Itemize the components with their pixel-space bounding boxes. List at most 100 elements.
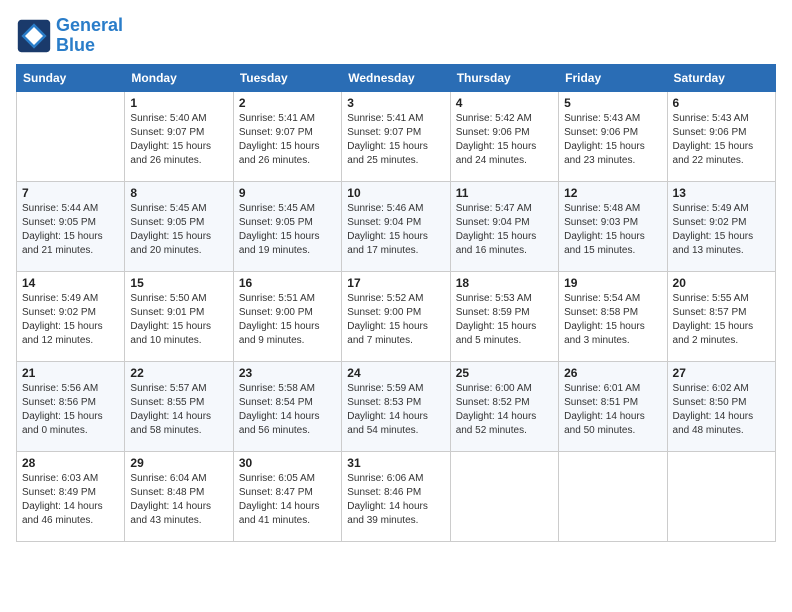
logo-icon xyxy=(16,18,52,54)
day-number: 1 xyxy=(130,96,227,110)
calendar-day-31: 31 Sunrise: 6:06 AM Sunset: 8:46 PM Dayli… xyxy=(342,451,450,541)
calendar-day-10: 10 Sunrise: 5:46 AM Sunset: 9:04 PM Dayli… xyxy=(342,181,450,271)
day-number: 27 xyxy=(673,366,770,380)
empty-cell xyxy=(450,451,558,541)
calendar-day-26: 26 Sunrise: 6:01 AM Sunset: 8:51 PM Dayli… xyxy=(559,361,667,451)
calendar-day-27: 27 Sunrise: 6:02 AM Sunset: 8:50 PM Dayli… xyxy=(667,361,775,451)
day-number: 25 xyxy=(456,366,553,380)
calendar-day-23: 23 Sunrise: 5:58 AM Sunset: 8:54 PM Dayli… xyxy=(233,361,341,451)
calendar-day-19: 19Sunrise: 5:54 AM Sunset: 8:58 PM Dayli… xyxy=(559,271,667,361)
day-number: 22 xyxy=(130,366,227,380)
day-info: Sunrise: 5:57 AM Sunset: 8:55 PM Dayligh… xyxy=(130,382,227,438)
day-info: Sunrise: 5:48 AM Sunset: 9:03 PM Dayligh… xyxy=(564,202,661,258)
day-number: 24 xyxy=(347,366,444,380)
calendar-day-13: 13 Sunrise: 5:49 AM Sunset: 9:02 PM Dayli… xyxy=(667,181,775,271)
day-info: Sunrise: 5:42 AM Sunset: 9:06 PM Dayligh… xyxy=(456,112,553,168)
day-header-tuesday: Tuesday xyxy=(233,64,341,91)
calendar-day-5: 5Sunrise: 5:43 AM Sunset: 9:06 PM Daylig… xyxy=(559,91,667,181)
day-header-friday: Friday xyxy=(559,64,667,91)
day-number: 18 xyxy=(456,276,553,290)
day-number: 2 xyxy=(239,96,336,110)
day-info: Sunrise: 5:45 AM Sunset: 9:05 PM Dayligh… xyxy=(130,202,227,258)
day-info: Sunrise: 6:06 AM Sunset: 8:46 PM Dayligh… xyxy=(347,472,444,528)
calendar-week-row: 21 Sunrise: 5:56 AM Sunset: 8:56 PM Dayli… xyxy=(17,361,776,451)
day-info: Sunrise: 5:58 AM Sunset: 8:54 PM Dayligh… xyxy=(239,382,336,438)
calendar-day-6: 6 Sunrise: 5:43 AM Sunset: 9:06 PM Daylig… xyxy=(667,91,775,181)
day-info: Sunrise: 5:49 AM Sunset: 9:02 PM Dayligh… xyxy=(22,292,119,348)
day-number: 8 xyxy=(130,186,227,200)
day-number: 20 xyxy=(673,276,770,290)
calendar-day-20: 20Sunrise: 5:55 AM Sunset: 8:57 PM Dayli… xyxy=(667,271,775,361)
day-number: 11 xyxy=(456,186,553,200)
day-info: Sunrise: 5:43 AM Sunset: 9:06 PM Dayligh… xyxy=(564,112,661,168)
day-number: 30 xyxy=(239,456,336,470)
day-info: Sunrise: 5:40 AM Sunset: 9:07 PM Dayligh… xyxy=(130,112,227,168)
day-number: 23 xyxy=(239,366,336,380)
calendar-day-2: 2 Sunrise: 5:41 AM Sunset: 9:07 PM Daylig… xyxy=(233,91,341,181)
day-number: 4 xyxy=(456,96,553,110)
day-header-sunday: Sunday xyxy=(17,64,125,91)
day-number: 13 xyxy=(673,186,770,200)
calendar-day-24: 24Sunrise: 5:59 AM Sunset: 8:53 PM Dayli… xyxy=(342,361,450,451)
day-number: 14 xyxy=(22,276,119,290)
calendar-day-14: 14 Sunrise: 5:49 AM Sunset: 9:02 PM Dayli… xyxy=(17,271,125,361)
day-info: Sunrise: 5:43 AM Sunset: 9:06 PM Dayligh… xyxy=(673,112,770,168)
day-info: Sunrise: 6:01 AM Sunset: 8:51 PM Dayligh… xyxy=(564,382,661,438)
calendar-day-18: 18Sunrise: 5:53 AM Sunset: 8:59 PM Dayli… xyxy=(450,271,558,361)
day-info: Sunrise: 5:52 AM Sunset: 9:00 PM Dayligh… xyxy=(347,292,444,348)
day-number: 21 xyxy=(22,366,119,380)
day-number: 10 xyxy=(347,186,444,200)
day-header-thursday: Thursday xyxy=(450,64,558,91)
day-info: Sunrise: 5:41 AM Sunset: 9:07 PM Dayligh… xyxy=(347,112,444,168)
calendar-week-row: 28 Sunrise: 6:03 AM Sunset: 8:49 PM Dayli… xyxy=(17,451,776,541)
day-info: Sunrise: 5:44 AM Sunset: 9:05 PM Dayligh… xyxy=(22,202,119,258)
day-info: Sunrise: 6:03 AM Sunset: 8:49 PM Dayligh… xyxy=(22,472,119,528)
calendar-day-1: 1 Sunrise: 5:40 AM Sunset: 9:07 PM Daylig… xyxy=(125,91,233,181)
calendar-day-12: 12 Sunrise: 5:48 AM Sunset: 9:03 PM Dayli… xyxy=(559,181,667,271)
calendar-day-15: 15 Sunrise: 5:50 AM Sunset: 9:01 PM Dayli… xyxy=(125,271,233,361)
day-number: 3 xyxy=(347,96,444,110)
calendar-table: SundayMondayTuesdayWednesdayThursdayFrid… xyxy=(16,64,776,542)
day-number: 9 xyxy=(239,186,336,200)
day-info: Sunrise: 6:02 AM Sunset: 8:50 PM Dayligh… xyxy=(673,382,770,438)
calendar-day-17: 17 Sunrise: 5:52 AM Sunset: 9:00 PM Dayli… xyxy=(342,271,450,361)
empty-cell xyxy=(17,91,125,181)
calendar-header-row: SundayMondayTuesdayWednesdayThursdayFrid… xyxy=(17,64,776,91)
day-info: Sunrise: 5:49 AM Sunset: 9:02 PM Dayligh… xyxy=(673,202,770,258)
calendar-day-16: 16 Sunrise: 5:51 AM Sunset: 9:00 PM Dayli… xyxy=(233,271,341,361)
day-header-saturday: Saturday xyxy=(667,64,775,91)
day-number: 15 xyxy=(130,276,227,290)
day-info: Sunrise: 6:00 AM Sunset: 8:52 PM Dayligh… xyxy=(456,382,553,438)
day-number: 6 xyxy=(673,96,770,110)
calendar-body: 1 Sunrise: 5:40 AM Sunset: 9:07 PM Daylig… xyxy=(17,91,776,541)
calendar-day-30: 30Sunrise: 6:05 AM Sunset: 8:47 PM Dayli… xyxy=(233,451,341,541)
empty-cell xyxy=(667,451,775,541)
calendar-week-row: 14 Sunrise: 5:49 AM Sunset: 9:02 PM Dayli… xyxy=(17,271,776,361)
day-info: Sunrise: 5:47 AM Sunset: 9:04 PM Dayligh… xyxy=(456,202,553,258)
day-header-wednesday: Wednesday xyxy=(342,64,450,91)
day-number: 7 xyxy=(22,186,119,200)
day-info: Sunrise: 5:41 AM Sunset: 9:07 PM Dayligh… xyxy=(239,112,336,168)
logo-text: GeneralBlue xyxy=(56,16,123,56)
calendar-day-4: 4 Sunrise: 5:42 AM Sunset: 9:06 PM Daylig… xyxy=(450,91,558,181)
day-number: 16 xyxy=(239,276,336,290)
calendar-day-22: 22 Sunrise: 5:57 AM Sunset: 8:55 PM Dayli… xyxy=(125,361,233,451)
day-number: 12 xyxy=(564,186,661,200)
day-number: 26 xyxy=(564,366,661,380)
day-number: 31 xyxy=(347,456,444,470)
calendar-day-9: 9Sunrise: 5:45 AM Sunset: 9:05 PM Daylig… xyxy=(233,181,341,271)
day-header-monday: Monday xyxy=(125,64,233,91)
calendar-week-row: 7 Sunrise: 5:44 AM Sunset: 9:05 PM Daylig… xyxy=(17,181,776,271)
calendar-day-25: 25 Sunrise: 6:00 AM Sunset: 8:52 PM Dayli… xyxy=(450,361,558,451)
day-info: Sunrise: 5:51 AM Sunset: 9:00 PM Dayligh… xyxy=(239,292,336,348)
day-info: Sunrise: 5:46 AM Sunset: 9:04 PM Dayligh… xyxy=(347,202,444,258)
day-info: Sunrise: 5:54 AM Sunset: 8:58 PM Dayligh… xyxy=(564,292,661,348)
day-info: Sunrise: 5:50 AM Sunset: 9:01 PM Dayligh… xyxy=(130,292,227,348)
day-number: 17 xyxy=(347,276,444,290)
calendar-day-21: 21 Sunrise: 5:56 AM Sunset: 8:56 PM Dayli… xyxy=(17,361,125,451)
day-number: 28 xyxy=(22,456,119,470)
day-info: Sunrise: 5:56 AM Sunset: 8:56 PM Dayligh… xyxy=(22,382,119,438)
empty-cell xyxy=(559,451,667,541)
logo: GeneralBlue xyxy=(16,16,123,56)
day-number: 29 xyxy=(130,456,227,470)
